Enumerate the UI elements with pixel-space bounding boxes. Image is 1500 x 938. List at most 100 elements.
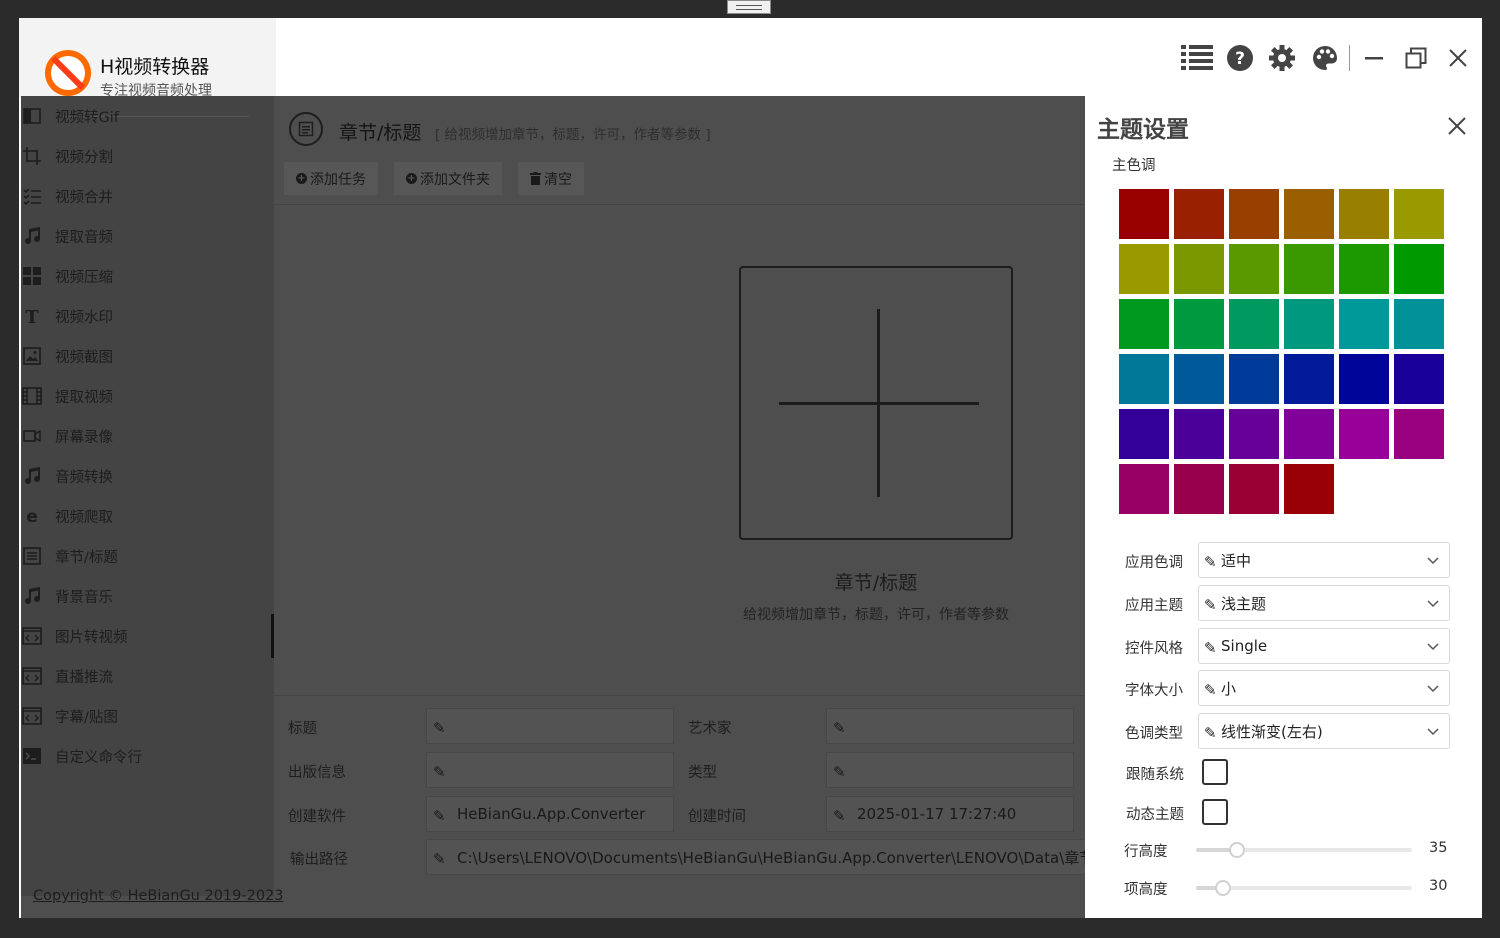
color-swatch[interactable]	[1394, 244, 1444, 294]
theme-select[interactable]: ✎ 浅主题	[1198, 585, 1450, 621]
color-swatch[interactable]	[1174, 464, 1224, 514]
font-size-select[interactable]: ✎ 小	[1198, 670, 1450, 706]
dropzone-title: 章节/标题	[834, 572, 918, 594]
sidebar-item-label: 视频爬取	[55, 509, 113, 526]
restore-icon[interactable]	[1398, 40, 1434, 76]
pencil-icon: ✎	[433, 763, 446, 781]
sidebar-item[interactable]: 音频转换	[21, 456, 231, 496]
sidebar-item-label: 自定义命令行	[55, 749, 142, 766]
sidebar-item[interactable]: 视频转Gif	[21, 96, 231, 136]
color-swatch[interactable]	[1339, 409, 1389, 459]
color-swatch[interactable]	[1119, 354, 1169, 404]
list-icon[interactable]	[1179, 40, 1215, 76]
field-label: 色调类型	[1125, 726, 1183, 742]
copyright-link[interactable]: Copyright © HeBianGu 2019-2023	[33, 888, 284, 904]
sidebar-item[interactable]: 视频截图	[21, 336, 231, 376]
color-swatch[interactable]	[1119, 299, 1169, 349]
color-swatch[interactable]	[1284, 299, 1334, 349]
color-swatch[interactable]	[1339, 354, 1389, 404]
color-swatch[interactable]	[1174, 354, 1224, 404]
color-swatch[interactable]	[1119, 409, 1169, 459]
sidebar-item[interactable]: 视频压缩	[21, 256, 231, 296]
sidebar-item[interactable]: 视频合并	[21, 176, 231, 216]
sidebar-item-label: 视频分割	[55, 149, 113, 166]
sidebar-item[interactable]: 提取视频	[21, 376, 231, 416]
publisher-input[interactable]: ✎	[426, 752, 674, 788]
color-swatch[interactable]	[1119, 189, 1169, 239]
color-swatch[interactable]	[1394, 299, 1444, 349]
dynamic-theme-checkbox[interactable]	[1202, 799, 1228, 825]
color-swatch[interactable]	[1339, 189, 1389, 239]
gear-icon[interactable]	[1264, 40, 1300, 76]
style-select[interactable]: ✎ Single	[1198, 628, 1450, 664]
add-task-button[interactable]: + 添加任务	[284, 162, 378, 195]
color-swatch[interactable]	[1174, 299, 1224, 349]
clear-label: 清空	[544, 171, 572, 188]
sidebar-item[interactable]: 提取音频	[21, 216, 231, 256]
color-swatch[interactable]	[1284, 409, 1334, 459]
item-height-slider-thumb[interactable]	[1215, 880, 1231, 896]
metadata-divider	[274, 695, 1085, 696]
close-icon[interactable]	[1440, 40, 1476, 76]
add-folder-button[interactable]: + 添加文件夹	[394, 162, 502, 195]
row-height-slider-thumb[interactable]	[1228, 842, 1245, 858]
artist-label: 艺术家	[688, 721, 732, 737]
sidebar-item[interactable]: 字幕/贴图	[21, 696, 231, 736]
color-swatch[interactable]	[1119, 244, 1169, 294]
color-swatch[interactable]	[1229, 299, 1279, 349]
sidebar-item-label: 图片转视频	[55, 629, 128, 646]
color-swatch[interactable]	[1174, 244, 1224, 294]
color-swatch[interactable]	[1229, 409, 1279, 459]
color-swatch[interactable]	[1229, 354, 1279, 404]
sidebar-item[interactable]: 章节/标题	[21, 536, 231, 576]
sidebar-item[interactable]: 直播推流	[21, 656, 231, 696]
clear-button[interactable]: 清空	[518, 162, 584, 195]
output-path-label: 输出路径	[290, 852, 348, 868]
sidebar-item[interactable]: 视频分割	[21, 136, 231, 176]
color-swatch[interactable]	[1394, 189, 1444, 239]
minimize-icon[interactable]	[1356, 40, 1392, 76]
color-swatch[interactable]	[1119, 464, 1169, 514]
toolbar-divider	[274, 204, 1085, 205]
sidebar-item[interactable]: 自定义命令行	[21, 736, 231, 776]
pencil-icon: ✎	[1204, 639, 1217, 657]
sidebar-item-label: 视频压缩	[55, 269, 113, 286]
color-swatch[interactable]	[1339, 244, 1389, 294]
output-path-input[interactable]: ✎ C:\Users\LENOVO\Documents\HeBianGu\HeBi…	[426, 839, 1085, 875]
color-swatch[interactable]	[1339, 299, 1389, 349]
color-swatch[interactable]	[1394, 409, 1444, 459]
color-swatch[interactable]	[1174, 189, 1224, 239]
follow-system-checkbox[interactable]	[1202, 759, 1228, 785]
theme-value: 浅主题	[1221, 594, 1267, 613]
artist-input[interactable]: ✎	[826, 708, 1074, 744]
color-swatch[interactable]	[1394, 354, 1444, 404]
color-swatch[interactable]	[1229, 189, 1279, 239]
created-time-input[interactable]: ✎ 2025-01-17 17:27:40	[826, 796, 1074, 832]
sidebar-item[interactable]: 背景音乐	[21, 576, 231, 616]
tone-select[interactable]: ✎ 适中	[1198, 542, 1450, 578]
color-swatch[interactable]	[1229, 464, 1279, 514]
sidebar-item[interactable]: 屏幕录像	[21, 416, 231, 456]
sidebar-item[interactable]: T 视频水印	[21, 296, 231, 336]
software-input[interactable]: ✎ HeBianGu.App.Converter	[426, 796, 674, 832]
color-swatch[interactable]	[1174, 409, 1224, 459]
title-input[interactable]: ✎	[426, 708, 674, 744]
code-window-icon	[21, 625, 43, 647]
help-icon[interactable]: ?	[1222, 40, 1258, 76]
created-time-label: 创建时间	[688, 809, 746, 825]
color-swatch[interactable]	[1284, 354, 1334, 404]
window-drag-handle[interactable]	[727, 0, 771, 14]
sidebar-item[interactable]: 图片转视频	[21, 616, 231, 656]
page-icon	[289, 112, 323, 146]
color-swatch[interactable]	[1229, 244, 1279, 294]
main-content: 视频转Gif 视频分割视频合并 提取音频视频压缩 T 视频水印 视频截图 提取视频 屏幕录像音…	[21, 96, 1085, 918]
sidebar-item[interactable]: e 视频爬取	[21, 496, 231, 536]
dropzone-add-area[interactable]	[739, 266, 1013, 540]
palette-icon[interactable]	[1307, 40, 1343, 76]
color-swatch[interactable]	[1284, 244, 1334, 294]
genre-input[interactable]: ✎	[826, 752, 1074, 788]
color-swatch[interactable]	[1284, 464, 1334, 514]
color-swatch[interactable]	[1284, 189, 1334, 239]
pencil-icon: ✎	[1204, 724, 1217, 742]
tone-type-select[interactable]: ✎ 线性渐变(左右)	[1198, 713, 1450, 749]
